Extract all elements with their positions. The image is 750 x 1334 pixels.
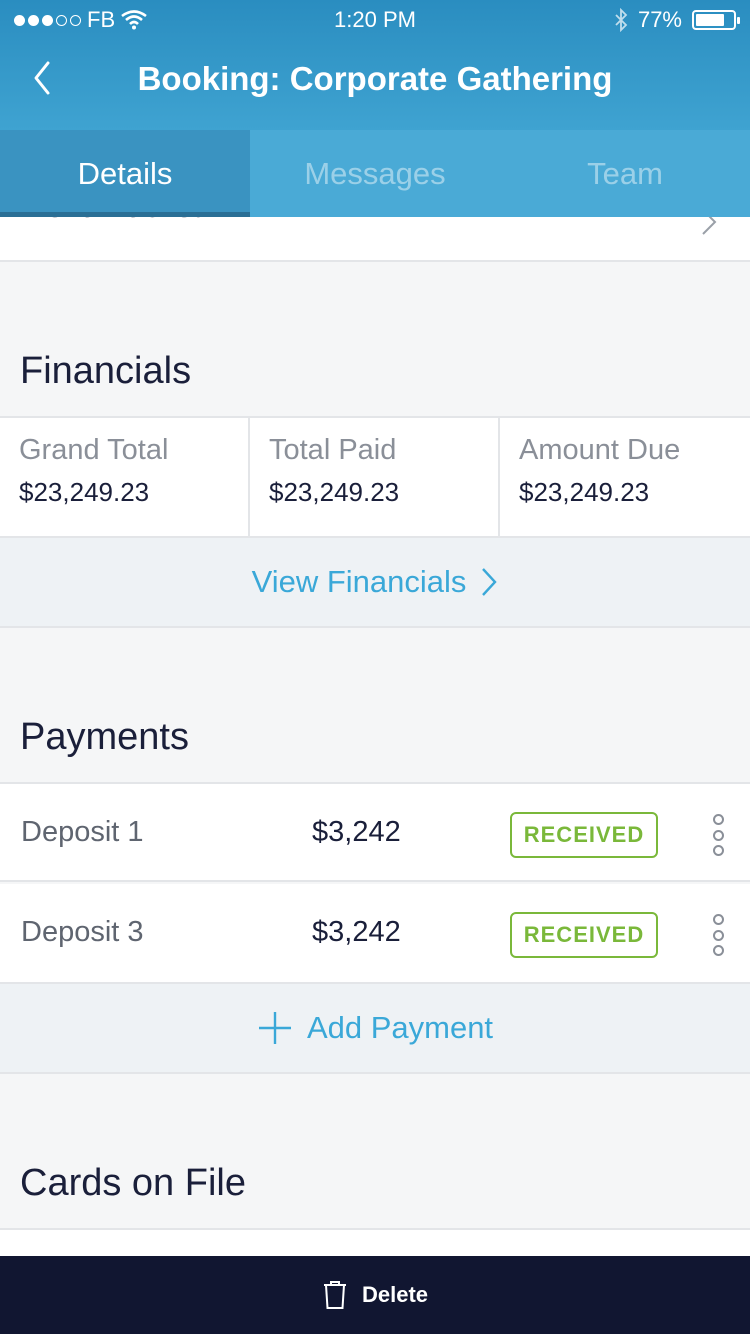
battery-percent: 77%	[637, 7, 682, 32]
grand-total-value: $23,249.23	[19, 477, 150, 507]
add-payment-label: Add Payment	[306, 1010, 494, 1045]
grand-total-label: Grand Total	[19, 434, 169, 466]
view-financials-button[interactable]: View Financials	[0, 538, 750, 628]
chevron-right-icon	[702, 217, 717, 235]
nav-bar: Booking: Corporate Gathering	[0, 40, 750, 130]
battery-level	[696, 14, 724, 26]
payment-row[interactable]: Deposit 1 $3,242 RECEIVED	[0, 782, 750, 882]
payment-amount: $3,242	[312, 816, 401, 848]
status-right: 77%	[614, 7, 740, 33]
page-title: Booking: Corporate Gathering	[137, 60, 613, 97]
amount-due-cell: Amount Due $23,249.23	[500, 418, 750, 536]
amount-due-label: Amount Due	[519, 434, 681, 466]
status-badge: RECEIVED	[510, 812, 658, 858]
status-bar: FB 1:20 PM 77%	[0, 0, 750, 40]
total-paid-label: Total Paid	[269, 434, 397, 466]
total-paid-cell: Total Paid $23,249.23	[250, 418, 500, 536]
grand-total-cell: Grand Total $23,249.23	[0, 418, 250, 536]
delete-button[interactable]: Delete	[0, 1256, 750, 1334]
battery-icon	[692, 10, 740, 30]
financials-summary: Grand Total $23,249.23 Total Paid $23,24…	[0, 416, 750, 538]
payment-name: Deposit 3	[21, 916, 144, 948]
tab-team[interactable]: Team	[500, 130, 750, 217]
payments-heading: Payments	[20, 716, 189, 758]
tab-messages[interactable]: Messages	[250, 130, 500, 217]
payment-name: Deposit 1	[21, 816, 144, 848]
tab-details[interactable]: Details	[0, 130, 250, 217]
add-payment-button[interactable]: Add Payment	[0, 984, 750, 1074]
total-paid-value: $23,249.23	[269, 477, 400, 507]
trash-icon	[323, 1281, 346, 1309]
menu-packet-label: Menu Packet	[20, 217, 201, 225]
bluetooth-icon	[615, 8, 628, 32]
status-badge: RECEIVED	[510, 912, 658, 958]
payment-row[interactable]: Deposit 3 $3,242 RECEIVED	[0, 884, 750, 984]
tab-bar: Details Messages Team	[0, 130, 750, 217]
more-options-icon[interactable]	[706, 914, 730, 956]
view-financials-label: View Financials	[251, 564, 467, 599]
menu-packet-row[interactable]: Menu Packet	[0, 217, 750, 262]
more-options-icon[interactable]	[706, 814, 730, 856]
chevron-right-icon	[482, 568, 498, 596]
cards-on-file-heading: Cards on File	[20, 1162, 246, 1204]
delete-label: Delete	[361, 1282, 429, 1307]
financials-heading: Financials	[20, 350, 192, 392]
plus-icon	[258, 1012, 291, 1044]
payment-amount: $3,242	[312, 916, 401, 948]
amount-due-value: $23,249.23	[519, 477, 650, 507]
app-header: FB 1:20 PM 77% Booking: Corporate Gather…	[0, 0, 750, 130]
